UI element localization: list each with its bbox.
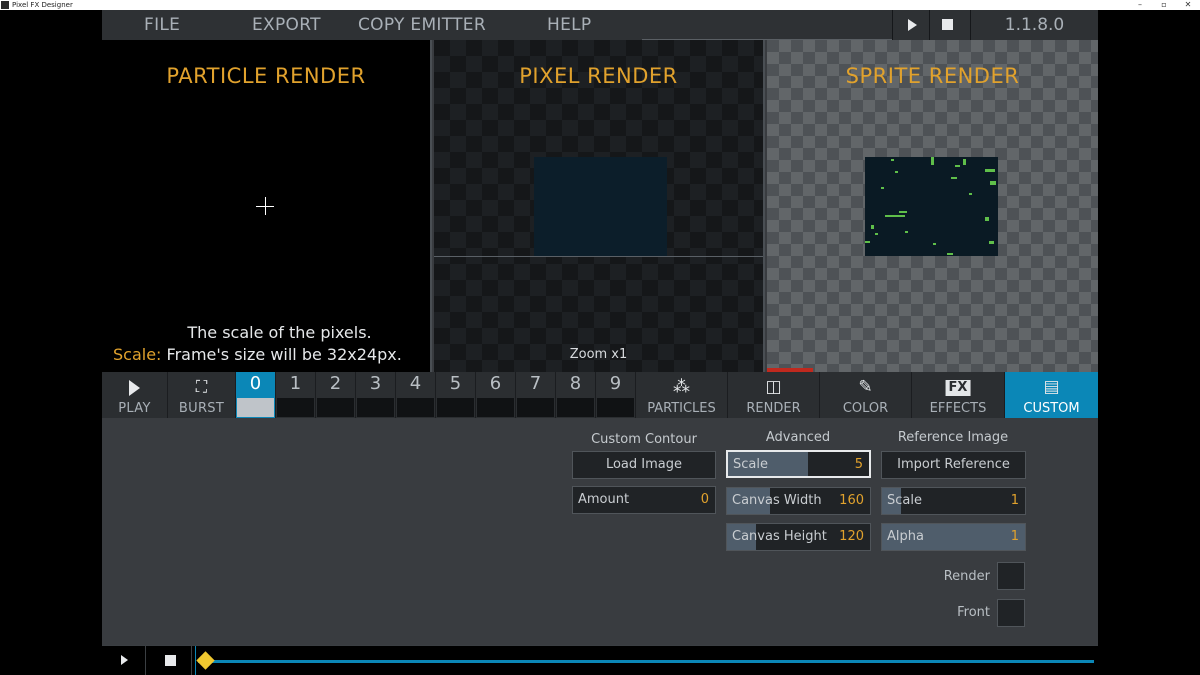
play-icon — [121, 655, 128, 665]
stop-icon — [942, 19, 953, 30]
amount-field[interactable]: Amount 0 — [572, 486, 716, 514]
header-play-button[interactable] — [892, 10, 928, 40]
render-checkbox[interactable] — [997, 562, 1025, 590]
particles-icon: ⁂ — [673, 377, 690, 397]
custom-contour-title: Custom Contour — [591, 432, 697, 447]
burst-icon: ⛶ — [195, 377, 208, 396]
window-titlebar: Pixel FX Designer – ▫ ✕ — [0, 0, 1200, 10]
play-icon — [129, 380, 140, 396]
sprite-canvas — [865, 157, 998, 256]
minimize-button[interactable]: – — [1128, 0, 1152, 10]
emitter-slot-3[interactable]: 3 — [356, 372, 396, 418]
reference-image-title: Reference Image — [897, 430, 1009, 445]
close-button[interactable]: ✕ — [1176, 0, 1200, 10]
timeline-stop-button[interactable] — [148, 646, 192, 675]
particle-render-panel[interactable]: PARTICLE RENDER The scale of the pixels.… — [102, 40, 432, 372]
burst-label: BURST — [178, 401, 225, 416]
emitter-slot-0[interactable]: 0 — [236, 372, 276, 418]
tab-color[interactable]: ✎ COLOR — [820, 372, 912, 418]
zoom-label: Zoom x1 — [569, 347, 628, 362]
tooltip-line-1: The scale of the pixels. — [187, 323, 372, 342]
stop-icon — [165, 655, 176, 666]
timeline — [102, 645, 1098, 675]
pixel-baseline — [434, 256, 763, 257]
canvas-height-field[interactable]: Canvas Height 120 — [726, 523, 871, 551]
tab-particles[interactable]: ⁂ PARTICLES — [636, 372, 728, 418]
front-checkbox-label: Front — [957, 605, 990, 620]
render-checkbox-label: Render — [943, 569, 990, 584]
play-icon — [908, 19, 917, 31]
pixel-render-title: PIXEL RENDER — [519, 64, 678, 88]
toolbar-row: PLAY ⛶ BURST 0 1 2 3 4 5 6 7 8 9 ⁂ PARTI… — [102, 372, 1098, 418]
sprite-render-panel[interactable]: SPRITE RENDER — [767, 40, 1098, 372]
timeline-keyframe-handle[interactable] — [196, 651, 215, 670]
particle-render-title: PARTICLE RENDER — [166, 64, 366, 88]
timeline-track[interactable] — [198, 660, 1094, 663]
tab-render-label: RENDER — [746, 401, 801, 416]
fx-icon: FX — [945, 380, 971, 396]
tab-effects-label: EFFECTS — [929, 401, 987, 416]
emitter-slot-4[interactable]: 4 — [396, 372, 436, 418]
reference-alpha-field[interactable]: Alpha 1 — [881, 523, 1026, 551]
play-label: PLAY — [118, 401, 151, 416]
tab-custom[interactable]: ▤ CUSTOM — [1005, 372, 1098, 418]
play-button[interactable]: PLAY — [102, 372, 168, 418]
burst-button[interactable]: ⛶ BURST — [168, 372, 236, 418]
pixel-canvas — [534, 157, 667, 257]
emitter-slot-8[interactable]: 8 — [556, 372, 596, 418]
front-checkbox[interactable] — [997, 599, 1025, 627]
canvas-width-field[interactable]: Canvas Width 160 — [726, 487, 871, 515]
custom-document-icon: ▤ — [1043, 377, 1060, 397]
tooltip-label: Scale: — [113, 345, 162, 364]
maximize-button[interactable]: ▫ — [1152, 0, 1176, 10]
emitter-slot-7[interactable]: 7 — [516, 372, 556, 418]
pixel-render-panel[interactable]: PIXEL RENDER Zoom x1 — [434, 40, 765, 372]
menu-copy-emitter[interactable]: COPY EMITTER — [358, 10, 486, 40]
tooltip-line-2: Scale: Frame's size will be 32x24px. — [102, 345, 430, 364]
tab-custom-label: CUSTOM — [1023, 401, 1080, 416]
scale-field[interactable]: Scale 5 — [726, 450, 871, 478]
emitter-slot-5[interactable]: 5 — [436, 372, 476, 418]
header-stop-button[interactable] — [929, 10, 965, 40]
emitter-slot-9[interactable]: 9 — [596, 372, 636, 418]
tooltip-text: Frame's size will be 32x24px. — [166, 345, 402, 364]
render-icon: ◫ — [765, 377, 782, 397]
app-icon — [1, 1, 9, 9]
import-reference-button[interactable]: Import Reference — [881, 451, 1026, 479]
timeline-play-button[interactable] — [102, 646, 146, 675]
menu-export[interactable]: EXPORT — [252, 10, 321, 40]
app-window: FILE EXPORT COPY EMITTER HELP 1.1.8.0 PA… — [102, 10, 1098, 675]
tab-render[interactable]: ◫ RENDER — [728, 372, 820, 418]
reference-scale-field[interactable]: Scale 1 — [881, 487, 1026, 515]
version-label: 1.1.8.0 — [970, 10, 1098, 40]
emitter-slot-1[interactable]: 1 — [276, 372, 316, 418]
menu-file[interactable]: FILE — [144, 10, 180, 40]
sprite-render-title: SPRITE RENDER — [845, 64, 1020, 88]
menu-bar: FILE EXPORT COPY EMITTER HELP 1.1.8.0 — [102, 10, 1098, 40]
load-image-button[interactable]: Load Image — [572, 451, 716, 479]
emitter-slot-2[interactable]: 2 — [316, 372, 356, 418]
advanced-title: Advanced — [765, 430, 831, 445]
color-picker-icon: ✎ — [858, 377, 873, 397]
menu-help[interactable]: HELP — [547, 10, 591, 40]
tab-effects[interactable]: FX EFFECTS — [912, 372, 1005, 418]
tab-color-label: COLOR — [842, 401, 889, 416]
window-title: Pixel FX Designer — [12, 1, 73, 9]
crosshair-icon-vertical — [265, 197, 266, 215]
tab-particles-label: PARTICLES — [647, 401, 716, 416]
emitter-slot-6[interactable]: 6 — [476, 372, 516, 418]
